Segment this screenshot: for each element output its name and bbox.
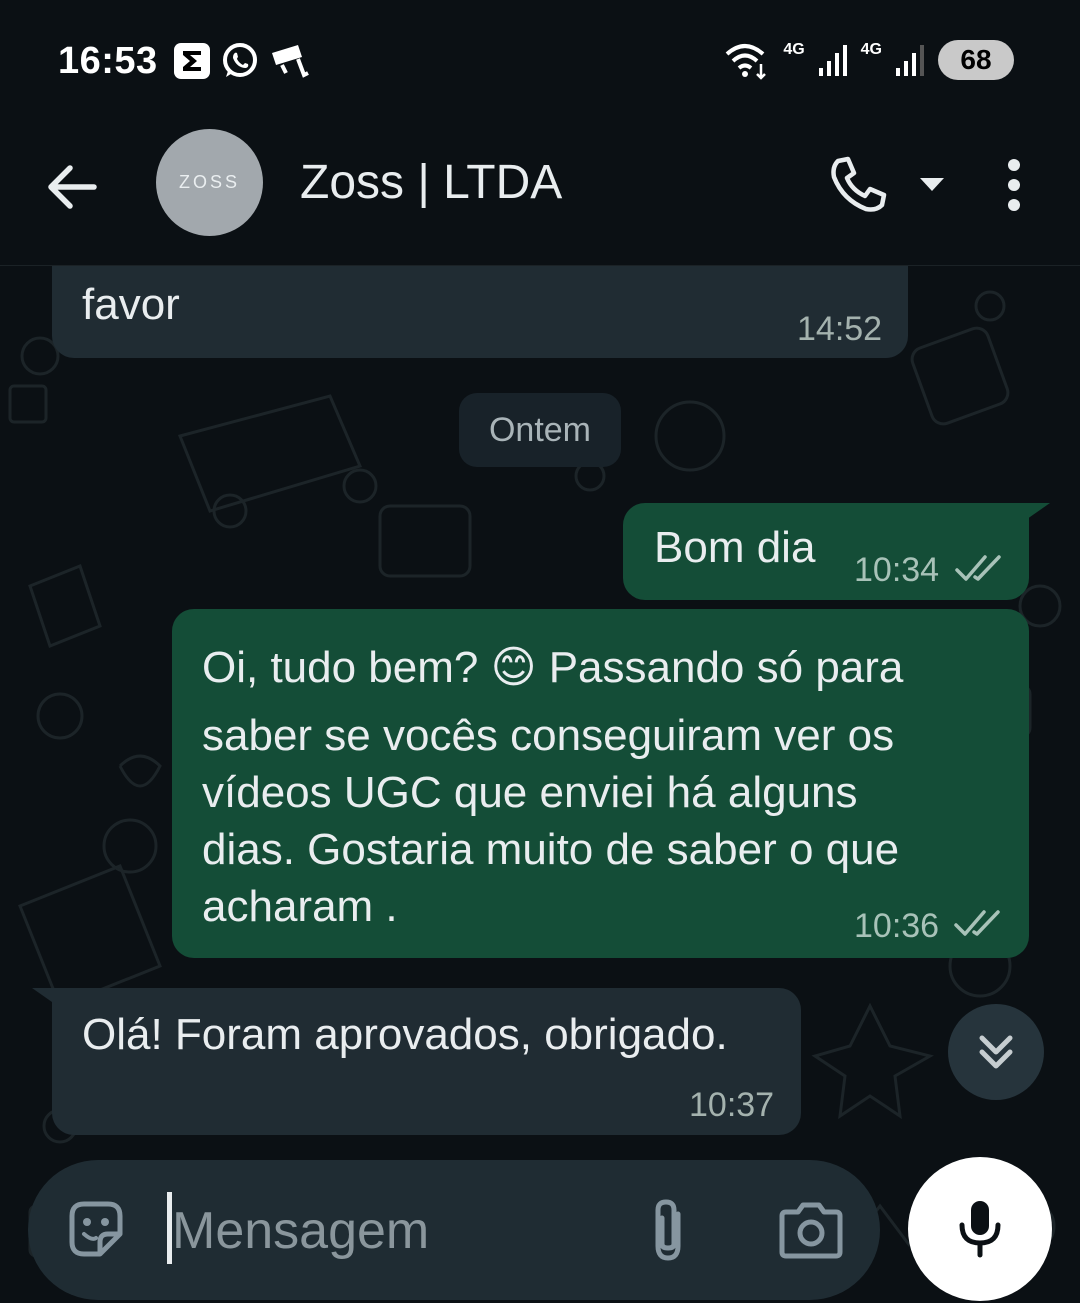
avatar[interactable]: ZOSS xyxy=(156,129,263,236)
avatar-text: ZOSS xyxy=(178,172,240,192)
message-time: 14:52 xyxy=(797,310,883,348)
message-text-line: vídeos UGC que enviei há alguns xyxy=(202,768,858,817)
signal-icon xyxy=(818,45,847,76)
battery-indicator: 68 xyxy=(938,40,1014,80)
cctv-icon xyxy=(272,45,309,78)
chat-area[interactable]: favor 14:52 Ontem Bom dia 10:34 Oi, tudo… xyxy=(0,266,1080,1303)
double-chevron-down-icon xyxy=(979,1035,1013,1069)
scroll-to-bottom-button[interactable] xyxy=(948,1004,1044,1100)
mic-icon xyxy=(959,1201,1001,1258)
message-text: Olá! Foram aprovados, obrigado. xyxy=(82,1010,728,1059)
message-time: 10:36 xyxy=(854,907,940,945)
message-time: 10:37 xyxy=(689,1086,775,1124)
phone-icon[interactable] xyxy=(826,153,890,217)
message-time: 10:34 xyxy=(854,551,940,589)
network-type-2: 4G xyxy=(860,41,882,58)
message-bubble-outgoing[interactable]: Bom dia 10:34 xyxy=(623,503,1029,600)
message-text-line: dias. Gostaria muito de saber o que xyxy=(202,825,900,874)
signal-icon xyxy=(896,45,924,76)
mic-button[interactable] xyxy=(908,1157,1052,1301)
chat-header: ZOSS Zoss | LTDA xyxy=(0,125,1080,266)
wifi-icon xyxy=(725,44,767,80)
message-text: favor xyxy=(82,280,180,329)
date-separator-label: Ontem xyxy=(488,410,592,449)
back-arrow-icon[interactable] xyxy=(40,155,104,219)
status-time: 16:53 xyxy=(58,40,158,82)
status-system-icons: 4G 4G 68 xyxy=(723,40,1014,80)
app-notification-icon xyxy=(174,43,210,79)
message-text: Bom dia xyxy=(654,523,816,572)
contact-name[interactable]: Zoss | LTDA xyxy=(300,155,562,210)
paperclip-icon[interactable] xyxy=(638,1196,698,1266)
message-bubble-outgoing[interactable]: Oi, tudo bem? 😊 Passando só para saber s… xyxy=(172,609,1029,958)
whatsapp-icon xyxy=(223,43,257,77)
message-text-line: acharam . xyxy=(202,882,398,931)
message-input[interactable] xyxy=(170,1188,614,1274)
sticker-icon[interactable] xyxy=(62,1196,130,1264)
camera-icon[interactable] xyxy=(776,1198,846,1262)
message-bubble-incoming[interactable]: Olá! Foram aprovados, obrigado. 10:37 xyxy=(52,988,801,1135)
message-text-line: saber se vocês conseguiram ver os xyxy=(202,711,895,760)
message-composer xyxy=(28,1160,880,1300)
status-notification-icons xyxy=(172,41,312,81)
date-separator: Ontem xyxy=(459,393,621,467)
battery-level: 68 xyxy=(960,44,992,75)
double-check-icon xyxy=(955,555,1001,581)
dropdown-caret-icon[interactable] xyxy=(912,169,952,199)
double-check-icon xyxy=(954,910,1000,936)
message-text-line: Oi, tudo bem? 😊 Passando só para xyxy=(202,643,904,692)
status-bar: 16:53 4G 4G 68 xyxy=(0,0,1080,125)
message-bubble-incoming[interactable]: favor 14:52 xyxy=(52,266,908,358)
more-vert-icon[interactable] xyxy=(996,153,1032,217)
network-type-1: 4G xyxy=(783,41,805,58)
